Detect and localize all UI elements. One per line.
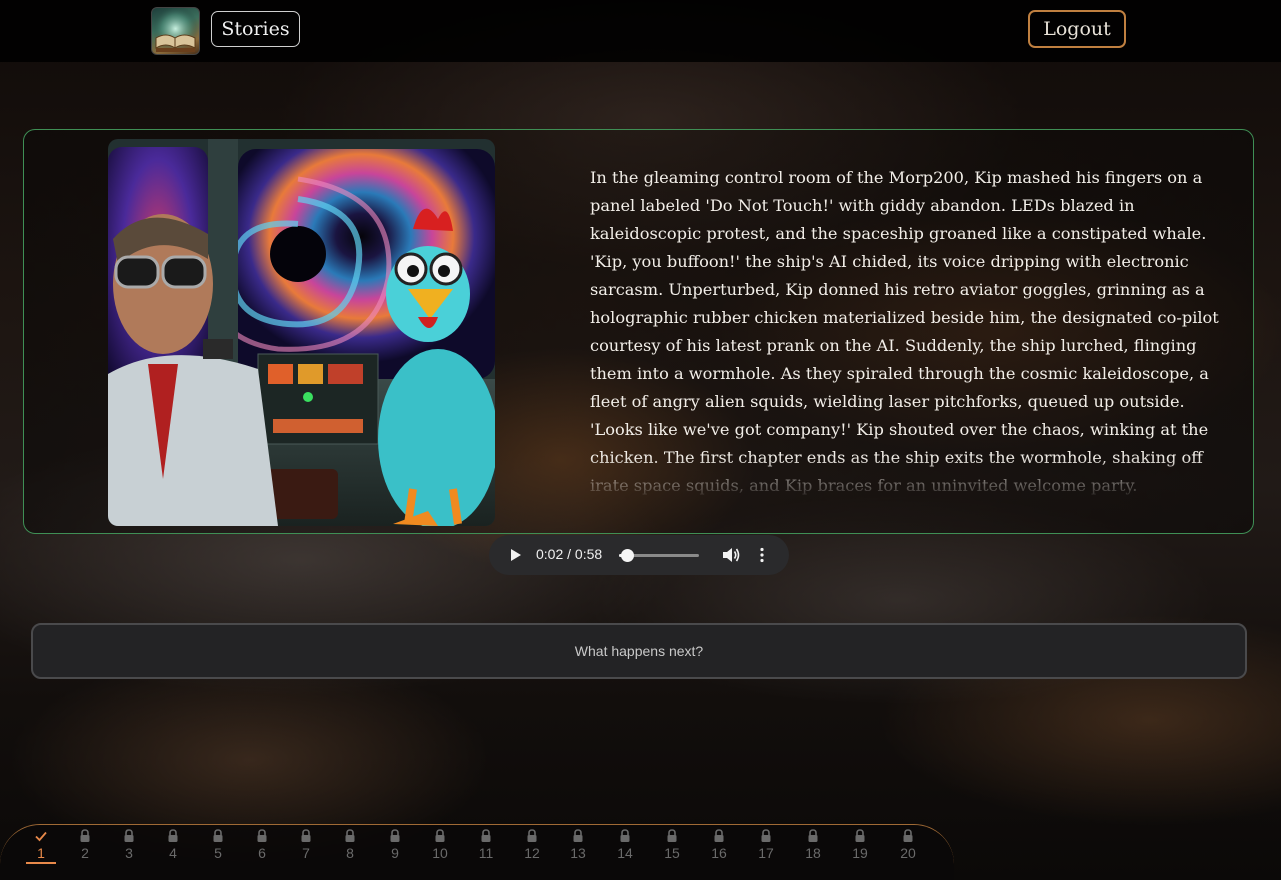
- chapter-7[interactable]: 7: [291, 829, 321, 863]
- chapter-number: 17: [758, 845, 774, 861]
- chapter-number: 10: [432, 845, 448, 861]
- story-illustration: [108, 139, 495, 526]
- chapter-15[interactable]: 15: [657, 829, 687, 863]
- lock-icon: [70, 829, 100, 843]
- chapter-11[interactable]: 11: [471, 829, 501, 863]
- lock-icon: [893, 829, 923, 843]
- audio-seek-slider[interactable]: [619, 549, 699, 562]
- chapter-number: 6: [258, 845, 266, 861]
- chapter-number: 20: [900, 845, 916, 861]
- chapter-14[interactable]: 14: [610, 829, 640, 863]
- lock-icon: [798, 829, 828, 843]
- open-book-icon[interactable]: [151, 7, 200, 55]
- chapter-number: 8: [346, 845, 354, 861]
- chapter-6[interactable]: 6: [247, 829, 277, 863]
- chapter-number: 3: [125, 845, 133, 861]
- top-nav-bar: Stories Logout: [0, 0, 1281, 62]
- chapter-4[interactable]: 4: [158, 829, 188, 863]
- lock-icon: [704, 829, 734, 843]
- chapter-number: 11: [478, 845, 494, 861]
- lock-icon: [425, 829, 455, 843]
- lock-icon: [158, 829, 188, 843]
- lock-icon: [751, 829, 781, 843]
- next-prompt-input[interactable]: [31, 623, 1247, 679]
- lock-icon: [845, 829, 875, 843]
- chapter-9[interactable]: 9: [380, 829, 410, 863]
- lock-icon: [380, 829, 410, 843]
- lock-icon: [610, 829, 640, 843]
- lock-icon: [335, 829, 365, 843]
- lock-icon: [517, 829, 547, 843]
- chapter-nav-bar: 1 2 3 4 5 6 7 8 9 10 11 12 13 14 15 16 17 18 19 20: [0, 824, 954, 880]
- chapter-number: 13: [570, 845, 586, 861]
- lock-icon: [203, 829, 233, 843]
- chapter-8[interactable]: 8: [335, 829, 365, 863]
- play-icon[interactable]: [509, 548, 523, 562]
- chapter-16[interactable]: 16: [704, 829, 734, 863]
- chapter-number: 16: [711, 845, 727, 861]
- lock-icon: [657, 829, 687, 843]
- audio-time: 0:02 / 0:58: [536, 546, 603, 562]
- lock-icon: [471, 829, 501, 843]
- chapter-number: 1: [26, 845, 56, 864]
- chapter-number: 15: [664, 845, 680, 861]
- chapter-number: 5: [214, 845, 222, 861]
- audio-seek-thumb[interactable]: [621, 549, 634, 562]
- more-vertical-icon[interactable]: [759, 547, 765, 563]
- chapter-number: 4: [169, 845, 177, 861]
- stories-button[interactable]: Stories: [211, 11, 300, 47]
- chapter-10[interactable]: 10: [425, 829, 455, 863]
- lock-icon: [114, 829, 144, 843]
- chapter-17[interactable]: 17: [751, 829, 781, 863]
- chapter-number: 7: [302, 845, 310, 861]
- chapter-number: 18: [805, 845, 821, 861]
- chapter-19[interactable]: 19: [845, 829, 875, 863]
- story-text: In the gleaming control room of the Morp…: [590, 168, 1219, 495]
- chapter-number: 14: [617, 845, 633, 861]
- lock-icon: [563, 829, 593, 843]
- chapter-1[interactable]: 1: [26, 829, 56, 864]
- chapter-12[interactable]: 12: [517, 829, 547, 863]
- audio-player[interactable]: 0:02 / 0:58: [489, 535, 789, 575]
- chapter-18[interactable]: 18: [798, 829, 828, 863]
- lock-icon: [247, 829, 277, 843]
- logout-button[interactable]: Logout: [1028, 10, 1126, 48]
- chapter-number: 2: [81, 845, 89, 861]
- chapter-20[interactable]: 20: [893, 829, 923, 863]
- volume-icon[interactable]: [722, 547, 740, 563]
- chapter-number: 12: [524, 845, 540, 861]
- lock-icon: [291, 829, 321, 843]
- chapter-number: 9: [391, 845, 399, 861]
- chapter-2[interactable]: 2: [70, 829, 100, 863]
- story-card: In the gleaming control room of the Morp…: [23, 129, 1254, 534]
- check-icon: [26, 829, 56, 843]
- chapter-5[interactable]: 5: [203, 829, 233, 863]
- chapter-13[interactable]: 13: [563, 829, 593, 863]
- chapter-3[interactable]: 3: [114, 829, 144, 863]
- chapter-number: 19: [852, 845, 868, 861]
